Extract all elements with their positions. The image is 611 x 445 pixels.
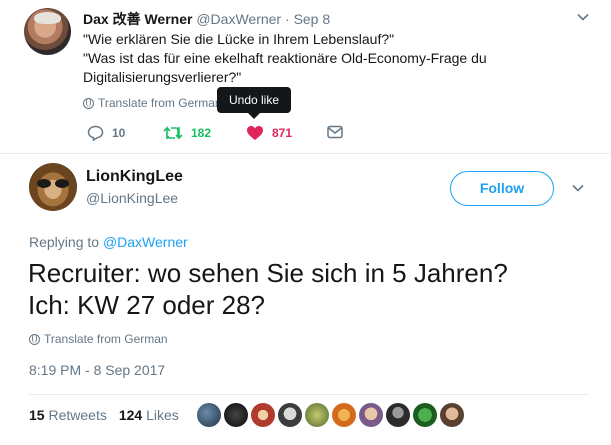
avatar-hair	[34, 12, 61, 24]
like-button[interactable]: 871	[246, 125, 292, 141]
liker-avatar[interactable]	[278, 403, 302, 427]
stats-divider	[29, 394, 589, 395]
tweet-divider	[0, 153, 611, 154]
reply-icon	[87, 125, 104, 141]
retweets-stat[interactable]: 15 Retweets	[29, 407, 107, 423]
tweet-text-line: "Was ist das für eine ekelhaft reaktionä…	[83, 50, 487, 66]
liker-avatar[interactable]	[359, 403, 383, 427]
author-name[interactable]: Dax 改善 Werner	[83, 11, 192, 27]
retweet-button[interactable]: 182	[163, 125, 211, 141]
author-handle[interactable]: @DaxWerner	[196, 11, 281, 27]
separator-dot: ·	[285, 11, 290, 27]
tweet-header: Dax 改善 Werner @DaxWerner · Sep 8	[83, 9, 330, 29]
liker-avatar[interactable]	[386, 403, 410, 427]
author-handle[interactable]: @LionKingLee	[86, 190, 178, 206]
tooltip: Undo like	[217, 87, 291, 119]
tweet-text-line: Recruiter: wo sehen Sie sich in 5 Jahren…	[28, 258, 508, 288]
avatar[interactable]	[24, 8, 71, 55]
globe-icon	[83, 97, 94, 109]
like-count: 871	[272, 126, 293, 140]
heart-icon	[247, 126, 263, 140]
direct-message-button[interactable]	[327, 125, 343, 139]
tweet-text-line: Digitalisierungsverlierer?"	[83, 69, 242, 85]
liker-avatar[interactable]	[305, 403, 329, 427]
liker-avatar[interactable]	[332, 403, 356, 427]
follow-button[interactable]: Follow	[450, 171, 554, 206]
parent-tweet[interactable]: Dax 改善 Werner @DaxWerner · Sep 8 "Wie er…	[0, 0, 611, 153]
translate-label: Translate from German	[98, 96, 222, 110]
avatar-eye	[37, 179, 51, 188]
retweets-label: Retweets	[48, 407, 107, 423]
liker-avatar[interactable]	[413, 403, 437, 427]
liker-avatars	[197, 403, 464, 427]
translate-link[interactable]: Translate from German	[83, 96, 222, 110]
liker-avatar[interactable]	[224, 403, 248, 427]
tweet-date[interactable]: Sep 8	[294, 11, 331, 27]
retweet-icon	[163, 126, 183, 140]
avatar-eye	[55, 179, 69, 188]
translate-label: Translate from German	[44, 332, 168, 346]
reply-button[interactable]: 10	[87, 125, 125, 141]
author-name[interactable]: LionKingLee	[86, 168, 183, 186]
tweet-text-line: Ich: KW 27 oder 28?	[28, 290, 266, 320]
chevron-down-icon[interactable]	[572, 182, 584, 194]
likes-stat[interactable]: 124 Likes	[119, 407, 179, 423]
chevron-down-icon[interactable]	[577, 11, 589, 23]
liker-avatar[interactable]	[197, 403, 221, 427]
replying-prefix: Replying to	[29, 234, 100, 250]
direct-message-icon	[327, 125, 343, 139]
globe-icon	[29, 333, 40, 345]
replying-to: Replying to @DaxWerner	[29, 234, 188, 250]
tweet-timestamp[interactable]: 8:19 PM - 8 Sep 2017	[29, 362, 165, 378]
replying-to-link[interactable]: @DaxWerner	[103, 234, 188, 250]
likes-count: 124	[118, 407, 143, 423]
retweet-count: 182	[191, 126, 212, 140]
tweet-text: Recruiter: wo sehen Sie sich in 5 Jahren…	[28, 257, 588, 321]
retweets-count: 15	[29, 407, 45, 423]
translate-link[interactable]: Translate from German	[29, 332, 168, 346]
liker-avatar[interactable]	[440, 403, 464, 427]
avatar[interactable]	[29, 163, 77, 211]
likes-label: Likes	[146, 407, 179, 423]
tweet-stats: 15 Retweets 124 Likes	[29, 407, 179, 423]
tweet-text-line: "Wie erklären Sie die Lücke in Ihrem Leb…	[83, 31, 395, 47]
liker-avatar[interactable]	[251, 403, 275, 427]
reply-count: 10	[112, 126, 126, 140]
tweet-text: "Wie erklären Sie die Lücke in Ihrem Leb…	[83, 30, 583, 87]
